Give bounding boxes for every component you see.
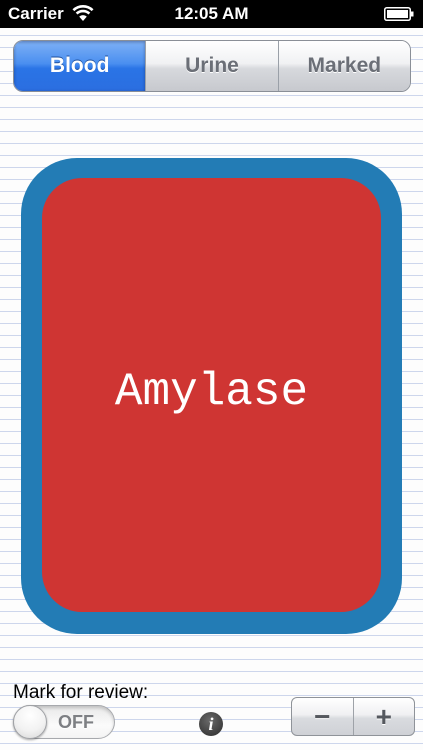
flashcard-title: Amylase — [114, 366, 309, 418]
status-bar: Carrier 12:05 AM — [0, 0, 423, 28]
battery-icon — [384, 7, 414, 21]
segment-blood[interactable]: Blood — [14, 41, 146, 91]
increment-button[interactable]: + — [352, 698, 415, 735]
category-segmented-control: Blood Urine Marked — [13, 40, 411, 92]
toggle-state-label: OFF — [58, 712, 94, 732]
card-stepper: − + — [291, 697, 415, 736]
segment-marked[interactable]: Marked — [277, 41, 410, 91]
status-time: 12:05 AM — [174, 4, 249, 23]
flashcard[interactable]: Amylase — [21, 158, 402, 634]
decrement-button[interactable]: − — [292, 698, 353, 735]
info-icon[interactable]: i — [199, 712, 223, 736]
segment-urine[interactable]: Urine — [145, 41, 278, 91]
mark-for-review-toggle[interactable]: OFF — [13, 705, 115, 739]
flashcard-face[interactable]: Amylase — [42, 178, 381, 612]
mark-for-review-label: Mark for review: — [13, 682, 149, 703]
toggle-knob — [13, 705, 47, 739]
